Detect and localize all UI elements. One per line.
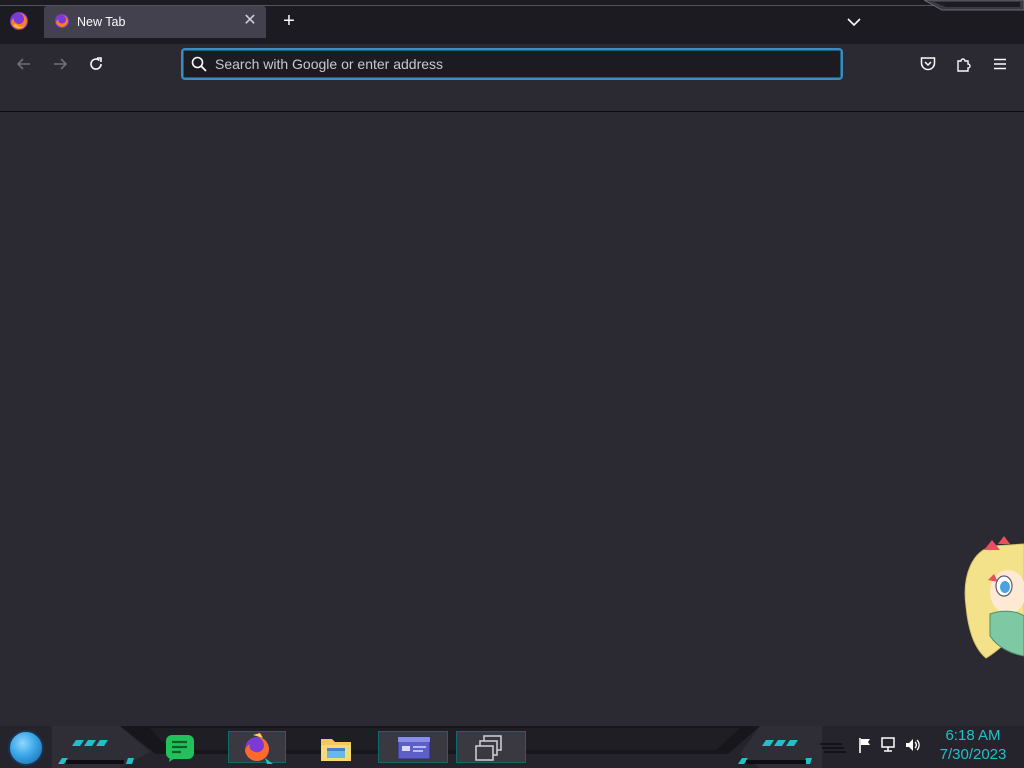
network-icon[interactable] <box>880 736 898 754</box>
chevron-down-icon[interactable] <box>844 12 864 32</box>
pocket-icon <box>920 57 936 71</box>
stacked-windows-icon <box>475 735 502 761</box>
clock-date: 7/30/2023 <box>939 746 1007 763</box>
firefox-icon <box>245 733 273 764</box>
address-bar[interactable] <box>181 48 843 80</box>
reload-button[interactable] <box>83 51 109 77</box>
forward-button[interactable] <box>47 51 73 77</box>
nav-toolbar <box>0 44 1024 112</box>
hamburger-menu-icon <box>994 58 1006 70</box>
folder-icon <box>321 739 351 761</box>
firefox-app-icon[interactable] <box>8 10 30 32</box>
url-input[interactable] <box>215 53 815 75</box>
arrow-left-icon <box>16 58 30 70</box>
tab-title: New Tab <box>77 15 126 29</box>
taskbar-chat-app[interactable] <box>160 731 200 765</box>
flag-icon[interactable] <box>856 736 874 754</box>
puzzle-piece-icon <box>957 58 971 72</box>
pocket-button[interactable] <box>915 51 941 77</box>
close-tab-icon[interactable]: ✕ <box>241 12 259 30</box>
browser-window: New Tab ✕ + Search with Google or enter … <box>0 0 1024 768</box>
app-menu-button[interactable] <box>987 51 1013 77</box>
search-icon <box>191 56 207 72</box>
tab-strip: New Tab ✕ + <box>0 0 1024 44</box>
window-frame-decoration <box>924 0 1024 11</box>
back-button[interactable] <box>11 51 37 77</box>
cartoon-character-sticker <box>964 536 1024 659</box>
reload-icon <box>90 57 102 70</box>
new-tab-button[interactable]: + <box>278 10 300 32</box>
taskbar-clock[interactable]: 6:18 AM 7/30/2023 <box>928 726 1018 764</box>
chat-bubble-icon <box>166 735 194 762</box>
firefox-favicon-icon <box>55 14 69 28</box>
tab-new-tab[interactable]: New Tab ✕ <box>44 6 266 38</box>
clock-time: 6:18 AM <box>945 727 1001 744</box>
speaker-icon[interactable] <box>904 736 922 754</box>
extensions-button[interactable] <box>951 51 977 77</box>
arrow-right-icon <box>54 58 68 70</box>
taskbar-file-explorer[interactable] <box>316 731 356 765</box>
taskbar-task-view[interactable] <box>469 731 509 765</box>
new-tab-page <box>0 113 1024 725</box>
taskbar-firefox[interactable] <box>237 731 277 765</box>
window-icon <box>397 736 431 760</box>
taskbar-window-app[interactable] <box>394 731 434 765</box>
start-orb-button[interactable] <box>8 730 44 766</box>
